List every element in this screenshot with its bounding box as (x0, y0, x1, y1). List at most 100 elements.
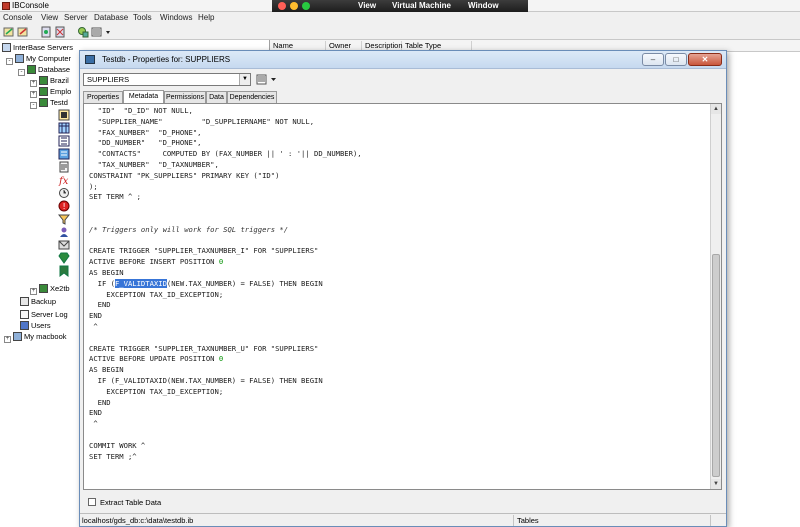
code-line: "CONTACTS" COMPUTED BY (FAX_NUMBER || ' … (89, 149, 362, 159)
code-line: END (89, 300, 111, 310)
generators-icon[interactable] (58, 187, 70, 199)
tab-dependencies[interactable]: Dependencies (227, 91, 277, 103)
status-object-type: Tables (515, 515, 711, 526)
menu-help[interactable]: Help (198, 13, 214, 22)
functions-icon[interactable]: fx (58, 174, 70, 186)
tree-item-server-log[interactable]: Server Log (20, 309, 68, 320)
tree-item-testdb[interactable]: - Testd (30, 97, 68, 109)
procedures-icon[interactable] (58, 161, 70, 173)
code-line: AS BEGIN (89, 267, 124, 277)
connect-database-icon[interactable] (40, 26, 52, 38)
journal-icon[interactable] (58, 265, 70, 277)
menu-console[interactable]: Console (3, 13, 32, 22)
code-line: ACTIVE BEFORE INSERT POSITION 0 (89, 257, 224, 267)
tree-item-brazil[interactable]: + Brazil (30, 75, 69, 87)
code-line: CONSTRAINT "PK_SUPPLIERS" PRIMARY KEY ("… (89, 170, 280, 180)
extract-table-data-checkbox[interactable] (88, 498, 96, 506)
maximize-button[interactable]: □ (665, 53, 687, 66)
code-line: END (89, 311, 102, 321)
indexes-icon[interactable] (58, 135, 70, 147)
menu-bar: Console View Server Database Tools Windo… (0, 12, 800, 24)
menu-server[interactable]: Server (64, 13, 88, 22)
chevron-down-icon[interactable]: ▼ (239, 74, 250, 85)
minimize-traffic-icon[interactable] (290, 2, 298, 10)
unregister-server-icon[interactable] (17, 26, 29, 38)
code-line: END (89, 408, 102, 418)
register-server-icon[interactable] (3, 26, 15, 38)
code-line: "ID" "D_ID" NOT NULL, (89, 106, 193, 115)
close-traffic-icon[interactable] (278, 2, 286, 10)
dialog-title: Testdb - Properties for: SUPPLIERS (102, 55, 231, 64)
code-line: ^ (89, 419, 98, 429)
database-icon (39, 76, 48, 85)
tree-item-interbase-servers[interactable]: InterBase Servers (2, 42, 73, 53)
computer-icon (13, 332, 22, 341)
vm-menu-view[interactable]: View (358, 1, 376, 10)
domains-icon[interactable] (58, 109, 70, 121)
ibconsole-app-icon (2, 2, 10, 10)
tree-item-databases[interactable]: - Database (18, 64, 70, 76)
tree-item-xe2tb[interactable]: + Xe2tb (30, 283, 70, 295)
metadata-editor[interactable]: "ID" "D_ID" NOT NULL, "SUPPLIER_NAME" "D… (83, 103, 722, 490)
menu-database[interactable]: Database (94, 13, 128, 22)
tables-icon[interactable] (58, 122, 70, 134)
subscriptions-icon[interactable] (58, 239, 70, 251)
metadata-code: "ID" "D_ID" NOT NULL, "SUPPLIER_NAME" "D… (89, 106, 362, 462)
object-select[interactable]: SUPPLIERS ▼ (83, 73, 251, 86)
view-options-dropdown-icon[interactable] (256, 73, 280, 86)
code-line: CREATE TRIGGER "SUPPLIER_TAXNUMBER_I" FO… (89, 246, 319, 256)
tree-item-users[interactable]: Users (20, 320, 51, 331)
collapse-icon[interactable]: - (18, 69, 25, 76)
vertical-scrollbar[interactable]: ▲ ▼ (710, 104, 721, 489)
vm-menu-window[interactable]: Window (468, 1, 499, 10)
expand-icon[interactable]: + (30, 288, 37, 295)
view-options-dropdown-icon[interactable] (91, 26, 113, 38)
tab-data[interactable]: Data (206, 91, 227, 103)
sql-tool-icon[interactable] (77, 26, 89, 38)
code-line: AS BEGIN (89, 365, 124, 375)
extract-table-data-option[interactable]: Extract Table Data (88, 497, 161, 508)
backup-icon (20, 297, 29, 306)
menu-view[interactable]: View (41, 13, 58, 22)
scroll-up-icon[interactable]: ▲ (711, 104, 721, 114)
database-icon (39, 87, 48, 96)
collapse-icon[interactable]: - (30, 102, 37, 109)
collapse-icon[interactable]: - (6, 58, 13, 65)
close-button[interactable]: ✕ (688, 53, 722, 66)
scroll-down-icon[interactable]: ▼ (711, 479, 721, 489)
vm-menu-virtual-machine[interactable]: Virtual Machine (392, 1, 451, 10)
menu-tools[interactable]: Tools (133, 13, 152, 22)
dialog-title-bar: Testdb - Properties for: SUPPLIERS – □ ✕ (80, 51, 726, 69)
code-line: IF (F_VALIDTAXID(NEW.TAX_NUMBER) = FALSE… (89, 278, 323, 288)
scrollbar-thumb[interactable] (712, 254, 720, 477)
views-icon[interactable] (58, 148, 70, 160)
zoom-traffic-icon[interactable] (302, 2, 310, 10)
vm-menu-bar: View Virtual Machine Window (272, 0, 528, 12)
encryption-keys-icon[interactable] (58, 252, 70, 264)
code-line: IF (F_VALIDTAXID(NEW.TAX_NUMBER) = FALSE… (89, 375, 323, 385)
code-line: END (89, 397, 111, 407)
code-line: /* Triggers only will work for SQL trigg… (89, 224, 289, 234)
code-line: CREATE TRIGGER "SUPPLIER_TAXNUMBER_U" FO… (89, 343, 319, 353)
svg-text:!: ! (63, 202, 66, 211)
tab-properties[interactable]: Properties (83, 91, 123, 103)
menu-windows[interactable]: Windows (160, 13, 192, 22)
blob-filters-icon[interactable] (58, 213, 70, 225)
servers-icon (2, 43, 11, 52)
minimize-button[interactable]: – (642, 53, 664, 66)
tab-permissions[interactable]: Permissions (164, 91, 206, 103)
svg-text:fx: fx (58, 176, 69, 186)
disconnect-database-icon[interactable] (54, 26, 66, 38)
tab-metadata[interactable]: Metadata (123, 90, 164, 103)
exceptions-icon[interactable]: ! (58, 200, 70, 212)
tree-item-backup[interactable]: Backup (20, 296, 56, 307)
tree-item-my-macbook[interactable]: + My macbook (4, 331, 67, 343)
roles-icon[interactable] (58, 226, 70, 238)
status-connection-path: localhost/gds_db:c:\data\testdb.ib (80, 515, 514, 526)
code-line: "TAX_NUMBER" "D_TAXNUMBER", (89, 159, 219, 169)
expand-icon[interactable]: + (4, 336, 11, 343)
tree-item-employee[interactable]: + Emplo (30, 86, 71, 98)
tree-item-my-computer[interactable]: - My Computer (6, 53, 71, 65)
